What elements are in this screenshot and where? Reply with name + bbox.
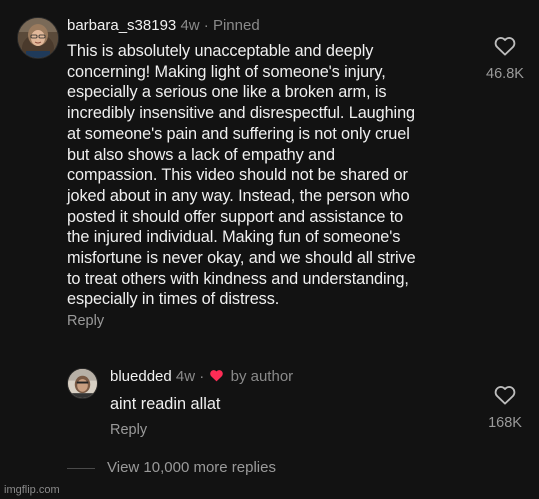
meta-separator: · [203, 17, 209, 34]
watermark: imgflip.com [4, 484, 60, 496]
heart-outline-icon[interactable] [494, 36, 516, 56]
reply-age: 4w [175, 368, 196, 385]
comment-like-group: 46.8K [480, 36, 530, 82]
reply-button[interactable]: Reply [110, 422, 147, 438]
avatar-photo-icon [18, 18, 58, 58]
comment-like-count: 46.8K [486, 66, 524, 82]
reply-like-group: 168K [480, 385, 530, 431]
comments-panel: barbara_s38193 4w · Pinned This is absol… [0, 0, 539, 499]
comment-username[interactable]: barbara_s38193 [67, 17, 176, 34]
commenter-avatar[interactable] [17, 17, 59, 59]
view-more-replies-button[interactable]: View 10,000 more replies [67, 459, 276, 476]
comment-meta: barbara_s38193 4w · Pinned [67, 17, 260, 35]
comment-text: This is absolutely unacceptable and deep… [67, 42, 416, 309]
heart-outline-icon[interactable] [494, 385, 516, 405]
reply-like-count: 168K [488, 415, 522, 431]
pinned-label: Pinned [212, 17, 260, 34]
comment-age: 4w [180, 17, 200, 34]
meta-separator: · [199, 368, 205, 385]
reply-text: aint readin allat [110, 395, 221, 413]
heart-filled-icon [210, 370, 224, 382]
divider-line [67, 467, 95, 469]
reply-button[interactable]: Reply [67, 313, 104, 329]
author-badge-label: by author [230, 368, 294, 385]
reply-meta: bluedded 4w · by author [110, 368, 293, 386]
avatar-photo-icon [68, 369, 97, 398]
reply-username[interactable]: bluedded [110, 368, 172, 385]
reply-avatar[interactable] [67, 368, 98, 399]
view-more-label: View 10,000 more replies [107, 459, 276, 476]
